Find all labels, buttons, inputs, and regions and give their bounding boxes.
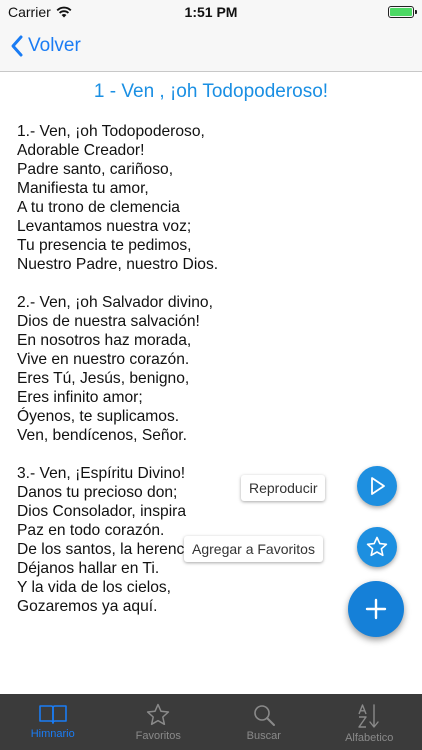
chevron-left-icon [11,35,23,57]
stanza: 1.- Ven, ¡oh Todopoderoso, Adorable Crea… [17,122,412,274]
navigation-bar: Volver [0,24,422,72]
lyric-line: Vive en nuestro corazón. [17,351,190,368]
lyric-line: En nosotros haz morada, [17,332,192,349]
tab-buscar[interactable]: Buscar [211,694,317,750]
sort-alpha-icon [358,704,379,728]
tab-label: Buscar [246,730,281,742]
back-label: Volver [28,35,81,56]
lyric-line: 1.- Ven, ¡oh Todopoderoso, [17,123,205,140]
search-icon [253,705,275,726]
status-time: 1:51 PM [184,4,238,20]
tab-bar: Himnario Favoritos Buscar Alfabetico [0,694,422,750]
stanza: 2.- Ven, ¡oh Salvador divino, Dios de nu… [17,293,412,445]
lyric-line: Dios de nuestra salvación! [17,313,200,330]
lyric-line: Eres Tú, Jesús, benigno, [17,370,190,387]
lyric-line: Padre santo, cariñoso, [17,161,174,178]
lyric-line: A tu trono de clemencia [17,199,180,216]
lyric-line: Nuestro Padre, nuestro Dios. [17,256,219,273]
hymn-title: 1 - Ven , ¡oh Todopoderoso! [93,81,329,102]
lyric-line: Eres infinito amor; [17,389,143,406]
play-label[interactable]: Reproducir [241,475,326,501]
lyric-line: Dios Consolador, inspira [17,503,187,520]
tab-favoritos[interactable]: Favoritos [106,694,212,750]
lyric-line: Tu presencia te pedimos, [17,237,192,254]
battery-icon [388,6,417,18]
lyric-line: Adorable Creador! [17,142,145,159]
status-bar: Carrier 1:51 PM [0,0,422,24]
lyric-line: Óyenos, te suplicamos. [17,408,180,425]
back-button[interactable]: Volver [10,34,81,58]
add-favorite-label[interactable]: Agregar a Favoritos [184,536,323,562]
lyric-line: Ven, bendícenos, Señor. [17,427,187,444]
star-icon [366,536,388,557]
tab-alfabetico[interactable]: Alfabetico [317,694,422,750]
add-favorite-button[interactable] [357,527,397,567]
tab-label: Himnario [30,728,75,740]
play-icon [371,477,385,495]
book-icon [38,705,67,724]
battery-level [390,8,412,16]
plus-icon [365,598,387,620]
floating-action-button[interactable] [348,581,404,637]
star-icon [147,703,170,726]
tab-himnario[interactable]: Himnario [0,694,106,750]
lyric-line: 3.- Ven, ¡Espíritu Divino! [17,465,186,482]
lyric-line: Danos tu precioso don; [17,484,178,501]
lyric-line: Levantamos nuestra voz; [17,218,192,235]
lyric-line: Manifiesta tu amor, [17,180,149,197]
tab-label: Alfabetico [345,732,394,744]
play-button[interactable] [357,466,397,506]
tab-label: Favoritos [135,730,181,742]
lyric-line: 2.- Ven, ¡oh Salvador divino, [17,294,213,311]
